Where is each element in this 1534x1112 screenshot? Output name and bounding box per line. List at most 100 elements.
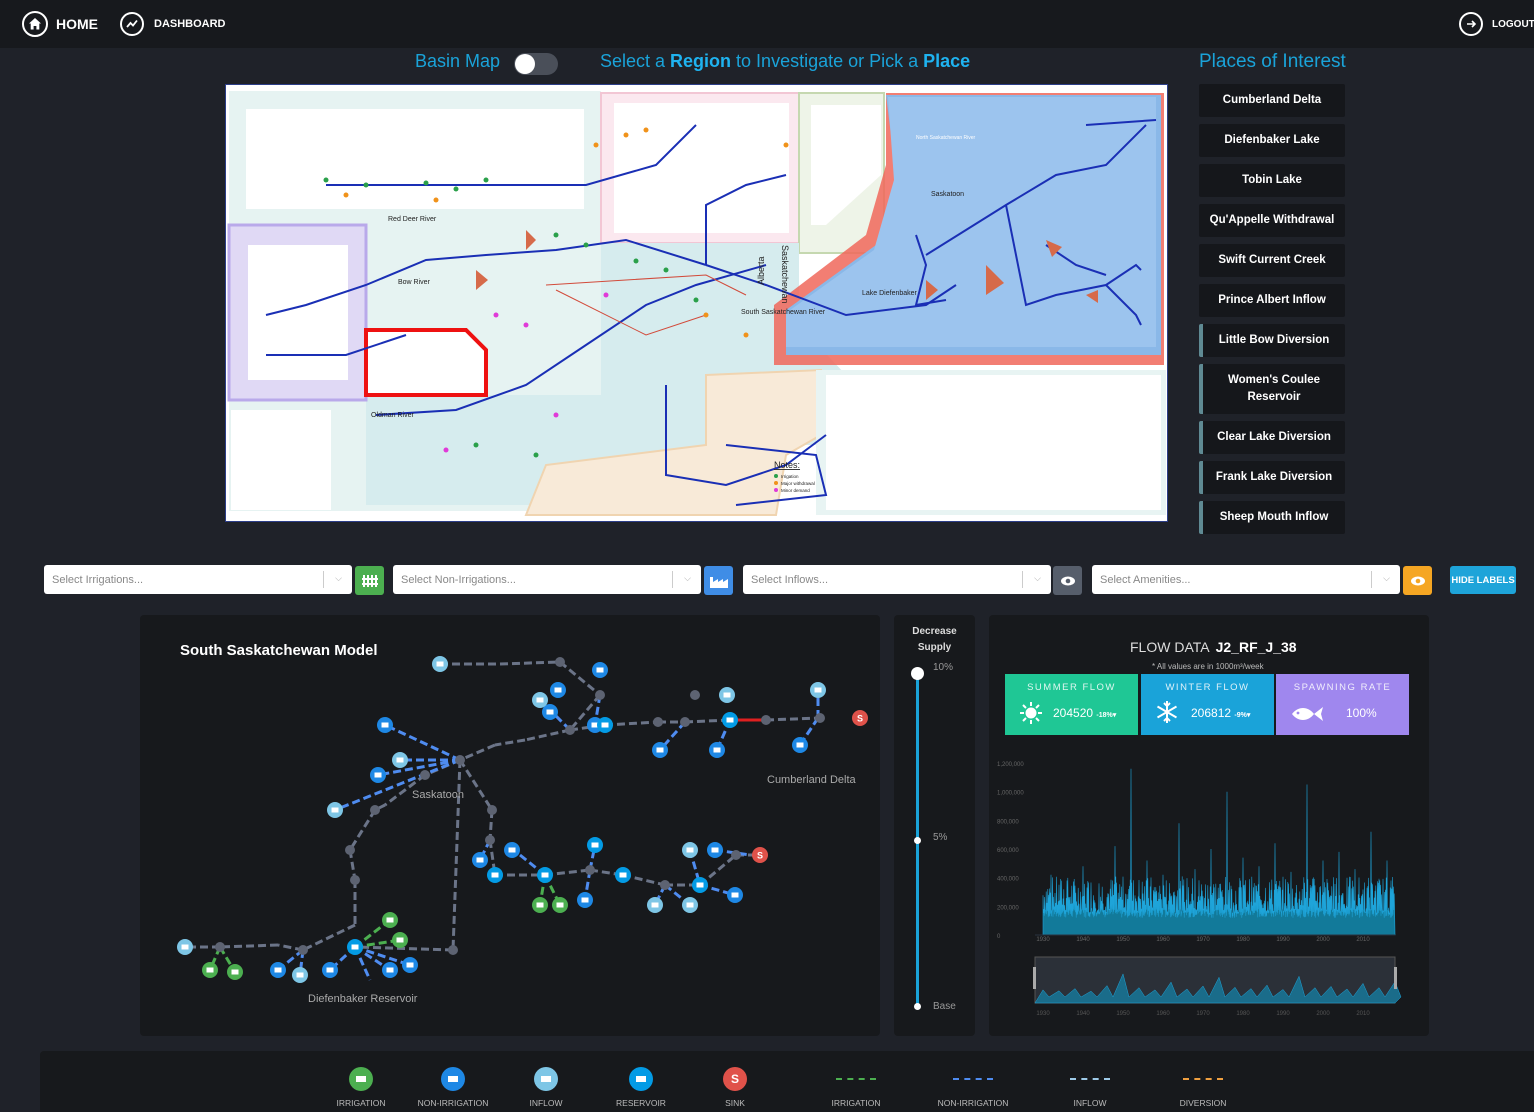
junction-node[interactable] <box>761 715 771 725</box>
non-irrigation-node[interactable] <box>370 767 386 783</box>
junction-node[interactable] <box>345 845 355 855</box>
non-irrigation-node[interactable] <box>592 662 608 678</box>
junction-node[interactable] <box>680 717 690 727</box>
non-irrigation-node[interactable] <box>504 842 520 858</box>
inflow-node[interactable] <box>719 687 735 703</box>
reservoir-node[interactable] <box>597 717 613 733</box>
junction-node[interactable] <box>690 690 700 700</box>
logout-button[interactable]: LOGOUT <box>1459 12 1534 36</box>
reservoir-node[interactable] <box>347 939 363 955</box>
place-item-tobin-lake[interactable]: Tobin Lake <box>1199 164 1345 197</box>
non-irrigation-node[interactable] <box>322 962 338 978</box>
place-item-diefenbaker-lake[interactable]: Diefenbaker Lake <box>1199 124 1345 157</box>
dashboard-button[interactable]: DASHBOARD <box>120 12 226 36</box>
reservoir-node[interactable] <box>487 867 503 883</box>
non-irrigation-node[interactable] <box>402 957 418 973</box>
junction-node[interactable] <box>298 945 308 955</box>
place-item-qu-appelle-withdrawal[interactable]: Qu'Appelle Withdrawal <box>1199 204 1345 237</box>
model-network[interactable]: S S Saskatoon Cumberland Delta Diefenbaker R… <box>140 650 880 1030</box>
irrigation-node[interactable] <box>382 912 398 928</box>
sink-node[interactable]: S <box>752 847 768 863</box>
non-irrigation-node[interactable] <box>270 962 286 978</box>
inflow-node[interactable] <box>647 897 663 913</box>
non-irrigation-filter-button[interactable] <box>704 566 733 595</box>
irrigation-node[interactable] <box>532 897 548 913</box>
irrigation-node[interactable] <box>202 962 218 978</box>
winter-flow-value: 206812 <box>1191 706 1232 720</box>
reservoir-node[interactable] <box>692 877 708 893</box>
inflow-node[interactable] <box>177 939 193 955</box>
inflow-node[interactable] <box>682 897 698 913</box>
junction-node[interactable] <box>595 690 605 700</box>
non-irrigations-select[interactable]: Select Non-Irrigations... ⌵ <box>393 565 701 594</box>
junction-node[interactable] <box>660 880 670 890</box>
place-item-prince-albert-inflow[interactable]: Prince Albert Inflow <box>1199 284 1345 317</box>
junction-node[interactable] <box>487 805 497 815</box>
non-irrigation-node[interactable] <box>577 892 593 908</box>
junction-node[interactable] <box>350 875 360 885</box>
factory-icon <box>709 576 728 588</box>
inflow-node[interactable] <box>682 842 698 858</box>
reservoir-node[interactable] <box>722 712 738 728</box>
place-item-women-s-coulee-reservoir[interactable]: Women's Coulee Reservoir <box>1199 364 1345 414</box>
place-item-frank-lake-diversion[interactable]: Frank Lake Diversion <box>1199 461 1345 494</box>
place-item-cumberland-delta[interactable]: Cumberland Delta <box>1199 84 1345 117</box>
non-irrigation-node[interactable] <box>472 852 488 868</box>
junction-node[interactable] <box>815 713 825 723</box>
flow-time-series-chart[interactable]: 0 200,000 400,000 600,000 800,000 1,000,000 1,… <box>995 745 1415 1025</box>
inflow-node[interactable] <box>327 802 343 818</box>
non-irrigation-node[interactable] <box>550 682 566 698</box>
place-item-swift-current-creek[interactable]: Swift Current Creek <box>1199 244 1345 277</box>
inflow-node[interactable] <box>810 682 826 698</box>
non-irrigation-node[interactable] <box>709 742 725 758</box>
region-womens-coulee[interactable] <box>364 328 488 397</box>
place-item-clear-lake-diversion[interactable]: Clear Lake Diversion <box>1199 421 1345 454</box>
junction-node[interactable] <box>653 717 663 727</box>
non-irrigation-node[interactable] <box>382 962 398 978</box>
junction-node[interactable] <box>585 865 595 875</box>
sink-node[interactable]: S <box>852 710 868 726</box>
place-item-little-bow-diversion[interactable]: Little Bow Diversion <box>1199 324 1345 357</box>
junction-node[interactable] <box>448 945 458 955</box>
reservoir-node[interactable] <box>537 867 553 883</box>
non-irrigation-node[interactable] <box>707 842 723 858</box>
irrigation-node[interactable] <box>552 897 568 913</box>
non-irrigation-node[interactable] <box>377 717 393 733</box>
amenities-visibility-button[interactable] <box>1403 566 1432 595</box>
hide-labels-button[interactable]: HIDE LABELS <box>1450 566 1516 594</box>
amenities-select[interactable]: Select Amenities... ⌵ <box>1092 565 1400 594</box>
junction-node[interactable] <box>370 805 380 815</box>
inflow-node[interactable] <box>532 692 548 708</box>
legend-label: NON-IRRIGATION <box>937 1098 1009 1108</box>
inflow-node[interactable] <box>432 656 448 672</box>
non-irrigation-node[interactable] <box>727 887 743 903</box>
reservoir-node[interactable] <box>615 867 631 883</box>
inflow-node[interactable] <box>392 752 408 768</box>
non-irrigation-node[interactable] <box>652 742 668 758</box>
irrigations-select[interactable]: Select Irrigations... ⌵ <box>44 565 352 594</box>
junction-node[interactable] <box>565 725 575 735</box>
supply-slider-handle[interactable] <box>911 667 924 680</box>
home-button[interactable]: HOME <box>22 11 98 37</box>
junction-node[interactable] <box>420 770 430 780</box>
irrigation-node[interactable] <box>227 964 243 980</box>
irrigation-node[interactable] <box>392 932 408 948</box>
junction-node[interactable] <box>215 942 225 952</box>
navigator-handle-left[interactable] <box>1033 967 1036 989</box>
junction-node[interactable] <box>731 850 741 860</box>
junction-node[interactable] <box>555 657 565 667</box>
navigator-handle-right[interactable] <box>1394 967 1397 989</box>
inflows-select[interactable]: Select Inflows... ⌵ <box>743 565 1051 594</box>
legend-item-reservoir: RESERVOIR <box>596 1067 686 1108</box>
place-item-sheep-mouth-inflow[interactable]: Sheep Mouth Inflow <box>1199 501 1345 534</box>
basin-map-toggle[interactable] <box>514 53 558 75</box>
reservoir-node[interactable] <box>587 837 603 853</box>
irrigation-filter-button[interactable] <box>355 566 384 595</box>
junction-node[interactable] <box>455 755 465 765</box>
junction-node[interactable] <box>485 835 495 845</box>
basin-map[interactable]: Red Deer River Bow River Oldman River Al… <box>225 84 1168 522</box>
inflow-visibility-button[interactable] <box>1053 566 1082 595</box>
non-irrigation-node[interactable] <box>792 737 808 753</box>
inflow-node[interactable] <box>292 967 308 983</box>
basin-map-diagram[interactable]: Red Deer River Bow River Oldman River Al… <box>226 85 1167 521</box>
